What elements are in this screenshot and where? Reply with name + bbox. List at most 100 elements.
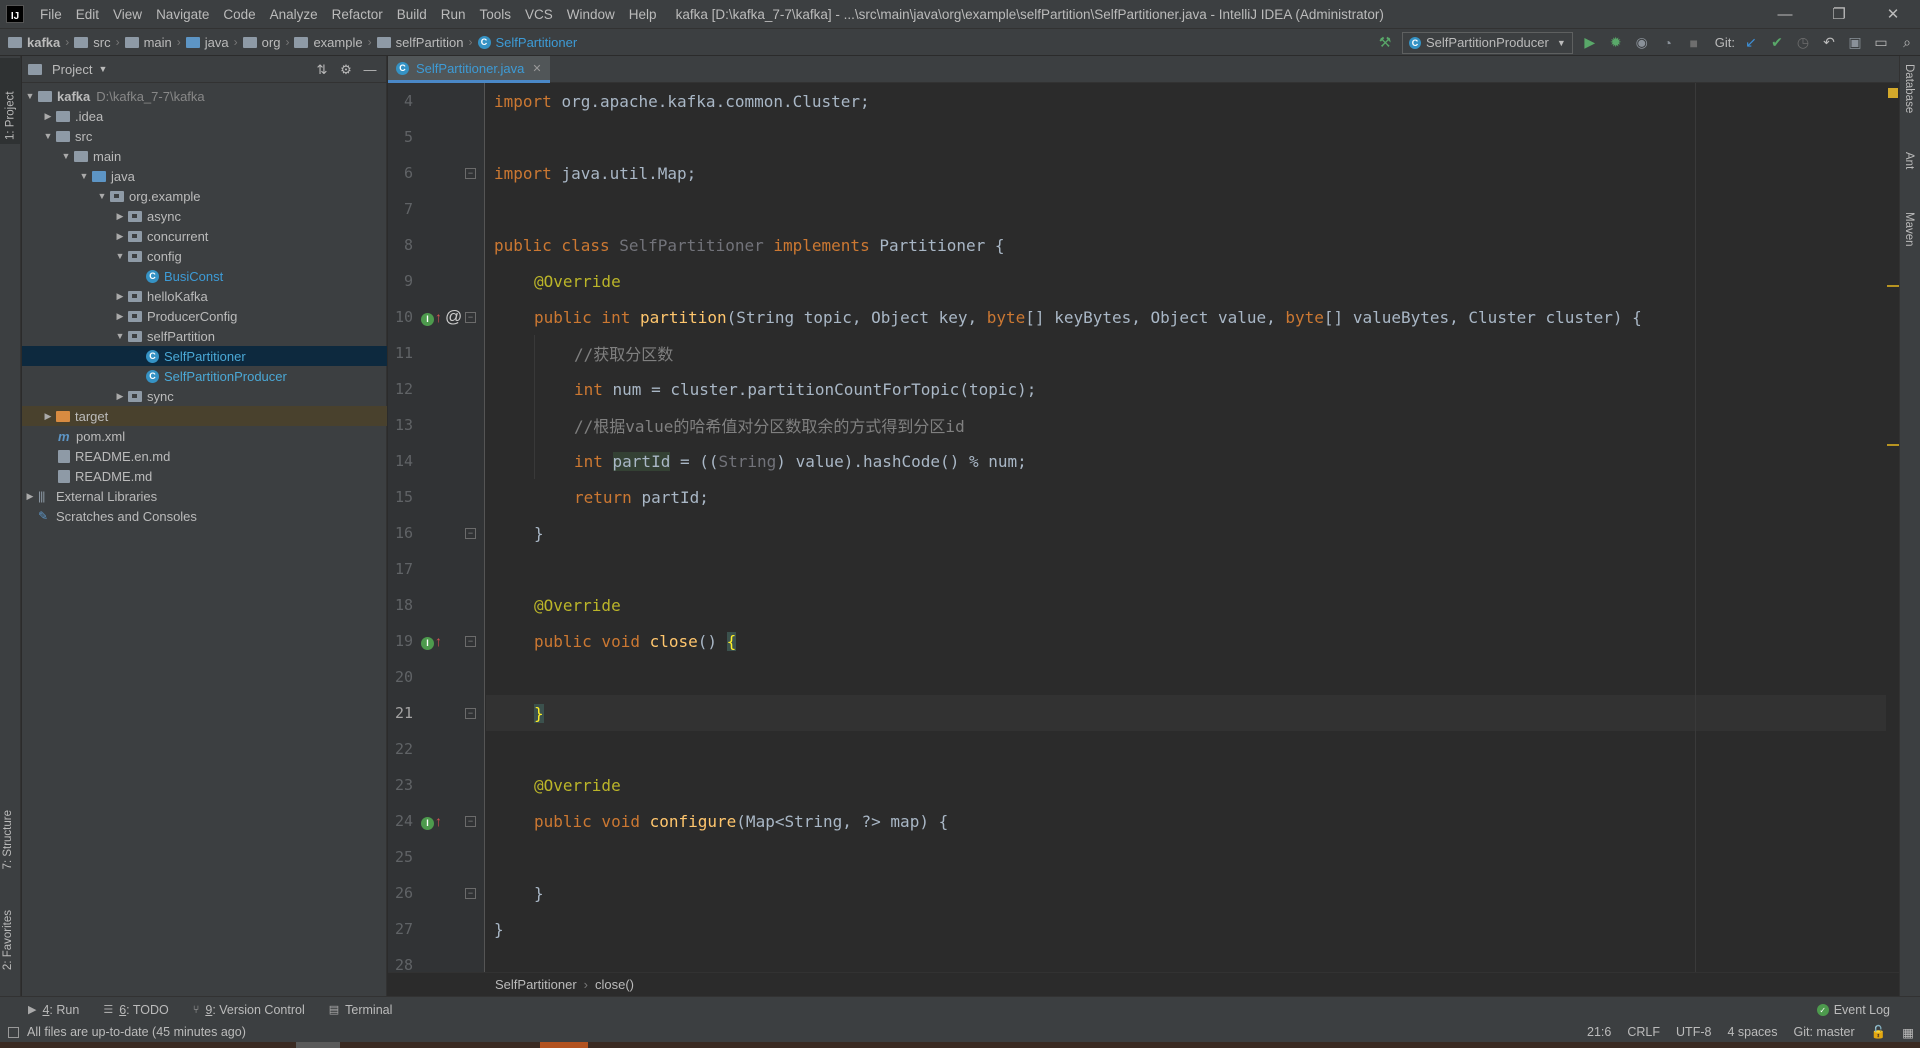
close-icon[interactable]: ✕ (532, 62, 541, 75)
git-rollback-icon[interactable]: ↶ (1816, 31, 1842, 55)
lock-icon[interactable]: 🔓 (1871, 1025, 1887, 1040)
tree-item-config[interactable]: ▼ config (22, 246, 387, 266)
tree-item-main[interactable]: ▼ main (22, 146, 387, 166)
implements-method-icon[interactable]: I ↑ (421, 633, 442, 650)
error-stripe[interactable] (1886, 83, 1899, 972)
collapsed-arrow-icon[interactable]: ▶ (112, 311, 128, 322)
stop-icon[interactable]: ■ (1681, 31, 1707, 55)
collapsed-arrow-icon[interactable]: ▶ (40, 111, 56, 122)
editor-gutter[interactable]: 4 5 6− 7 8 9 10 I ↑ @ − 11 12 13 14 15 16… (388, 83, 485, 972)
ide-features-icon[interactable]: ▭ (1868, 31, 1894, 55)
fold-icon[interactable]: − (465, 635, 476, 647)
tree-item-selfpartitioner[interactable]: C SelfPartitioner (22, 346, 387, 366)
menu-file[interactable]: File (33, 7, 69, 22)
annotation-icon[interactable]: @ (445, 307, 462, 327)
debug-icon[interactable]: ✹ (1603, 31, 1629, 55)
error-stripe-marker[interactable] (1887, 285, 1899, 287)
git-update-icon[interactable]: ↙ (1738, 31, 1764, 55)
build-hammer-icon[interactable]: ⚒ (1372, 31, 1398, 55)
menu-tools[interactable]: Tools (473, 7, 519, 22)
profile-icon[interactable]: ◔ (1655, 31, 1681, 55)
gear-icon[interactable]: ⚙ (334, 62, 358, 78)
git-history-icon[interactable]: ◷ (1790, 31, 1816, 55)
expanded-arrow-icon[interactable]: ▼ (94, 191, 110, 201)
memory-indicator-icon[interactable]: ▦ (1902, 1025, 1914, 1040)
tool-tab-structure[interactable]: 7: Structure (2, 806, 14, 873)
git-commit-icon[interactable]: ✔ (1764, 31, 1790, 55)
tool-window-toggle-icon[interactable] (8, 1026, 19, 1038)
fold-icon[interactable]: − (465, 707, 476, 719)
file-encoding[interactable]: UTF-8 (1676, 1025, 1711, 1039)
restore-button[interactable]: ❐ (1812, 0, 1866, 28)
expanded-arrow-icon[interactable]: ▼ (112, 251, 128, 261)
project-view-selector[interactable]: Project (52, 62, 92, 77)
tab-selfpartitioner-java[interactable]: C SelfPartitioner.java ✕ (388, 56, 550, 83)
menu-run[interactable]: Run (434, 7, 473, 22)
tree-item-concurrent[interactable]: ▶ concurrent (22, 226, 387, 246)
inspection-status-icon[interactable] (1888, 88, 1898, 98)
expanded-arrow-icon[interactable]: ▼ (40, 131, 56, 141)
tool-tab-project[interactable]: 1: Project (0, 58, 21, 144)
breadcrumb-class[interactable]: SelfPartitioner (495, 977, 577, 992)
chevron-down-icon[interactable]: ▼ (98, 64, 107, 74)
close-window-button[interactable]: ✕ (1866, 0, 1920, 28)
collapsed-arrow-icon[interactable]: ▶ (112, 391, 128, 402)
search-everywhere-icon[interactable]: ⌕ (1894, 31, 1920, 55)
expanded-arrow-icon[interactable]: ▼ (112, 331, 128, 341)
breadcrumb-kafka[interactable]: kafka (8, 35, 60, 50)
collapsed-arrow-icon[interactable]: ▶ (112, 211, 128, 222)
tree-item-kafka[interactable]: ▼ kafka D:\kafka_7-7\kafka (22, 86, 387, 106)
tree-item-readme-en[interactable]: README.en.md (22, 446, 387, 466)
breadcrumb-main[interactable]: main (124, 35, 172, 50)
caret-position[interactable]: 21:6 (1587, 1025, 1611, 1039)
tree-item-idea[interactable]: ▶ .idea (22, 106, 387, 126)
breadcrumb-selfpartitioner[interactable]: C SelfPartitioner (477, 35, 577, 50)
code-editor[interactable]: import org.apache.kafka.common.Cluster; … (486, 83, 1893, 972)
error-stripe-marker[interactable] (1887, 444, 1899, 446)
taskbar-item[interactable] (296, 1042, 340, 1048)
tree-item-selfpartitionproducer[interactable]: C SelfPartitionProducer (22, 366, 387, 386)
tree-item-producerconfig[interactable]: ▶ ProducerConfig (22, 306, 387, 326)
menu-code[interactable]: Code (216, 7, 262, 22)
breadcrumb-java[interactable]: java (185, 35, 229, 50)
run-icon[interactable]: ▶ (1577, 31, 1603, 55)
collapsed-arrow-icon[interactable]: ▶ (112, 231, 128, 242)
menu-analyze[interactable]: Analyze (263, 7, 325, 22)
menu-window[interactable]: Window (560, 7, 622, 22)
run-configuration-select[interactable]: C SelfPartitionProducer ▼ (1402, 31, 1573, 54)
tree-item-java[interactable]: ▼ java (22, 166, 387, 186)
tree-item-src[interactable]: ▼ src (22, 126, 387, 146)
breadcrumb-org[interactable]: org (242, 35, 280, 50)
expanded-arrow-icon[interactable]: ▼ (22, 91, 38, 101)
minimize-button[interactable]: — (1758, 0, 1812, 28)
breadcrumb-src[interactable]: src (74, 35, 111, 50)
tool-tab-database[interactable]: Database (1903, 64, 1915, 113)
tool-tab-ant[interactable]: Ant (1903, 152, 1915, 169)
menu-navigate[interactable]: Navigate (149, 7, 216, 22)
indent-setting[interactable]: 4 spaces (1727, 1025, 1777, 1039)
tree-item-selfpartition[interactable]: ▼ selfPartition (22, 326, 387, 346)
coverage-icon[interactable]: ◉ (1629, 31, 1655, 55)
fold-icon[interactable]: − (465, 311, 476, 323)
status-message[interactable]: All files are up-to-date (45 minutes ago… (8, 1025, 246, 1039)
tree-item-busiconst[interactable]: C BusiConst (22, 266, 387, 286)
hide-panel-icon[interactable]: — (358, 62, 382, 77)
tree-item-org-example[interactable]: ▼ org.example (22, 186, 387, 206)
fold-icon[interactable]: − (465, 815, 476, 827)
fold-icon[interactable]: − (465, 167, 476, 179)
menu-view[interactable]: View (106, 7, 149, 22)
taskbar-item[interactable] (540, 1042, 588, 1048)
tool-tab-run[interactable]: ▶ 4: Run (28, 1003, 79, 1017)
tree-item-sync[interactable]: ▶ sync (22, 386, 387, 406)
menu-edit[interactable]: Edit (69, 7, 106, 22)
tree-item-scratches[interactable]: ✎ Scratches and Consoles (22, 506, 387, 526)
menu-refactor[interactable]: Refactor (325, 7, 390, 22)
collapsed-arrow-icon[interactable]: ▶ (22, 491, 38, 502)
line-separator[interactable]: CRLF (1627, 1025, 1660, 1039)
tree-item-hellokafka[interactable]: ▶ helloKafka (22, 286, 387, 306)
fold-icon[interactable]: − (465, 527, 476, 539)
tool-tab-maven[interactable]: Maven (1903, 212, 1915, 247)
tree-item-async[interactable]: ▶ async (22, 206, 387, 226)
menu-vcs[interactable]: VCS (518, 7, 560, 22)
collapsed-arrow-icon[interactable]: ▶ (112, 291, 128, 302)
